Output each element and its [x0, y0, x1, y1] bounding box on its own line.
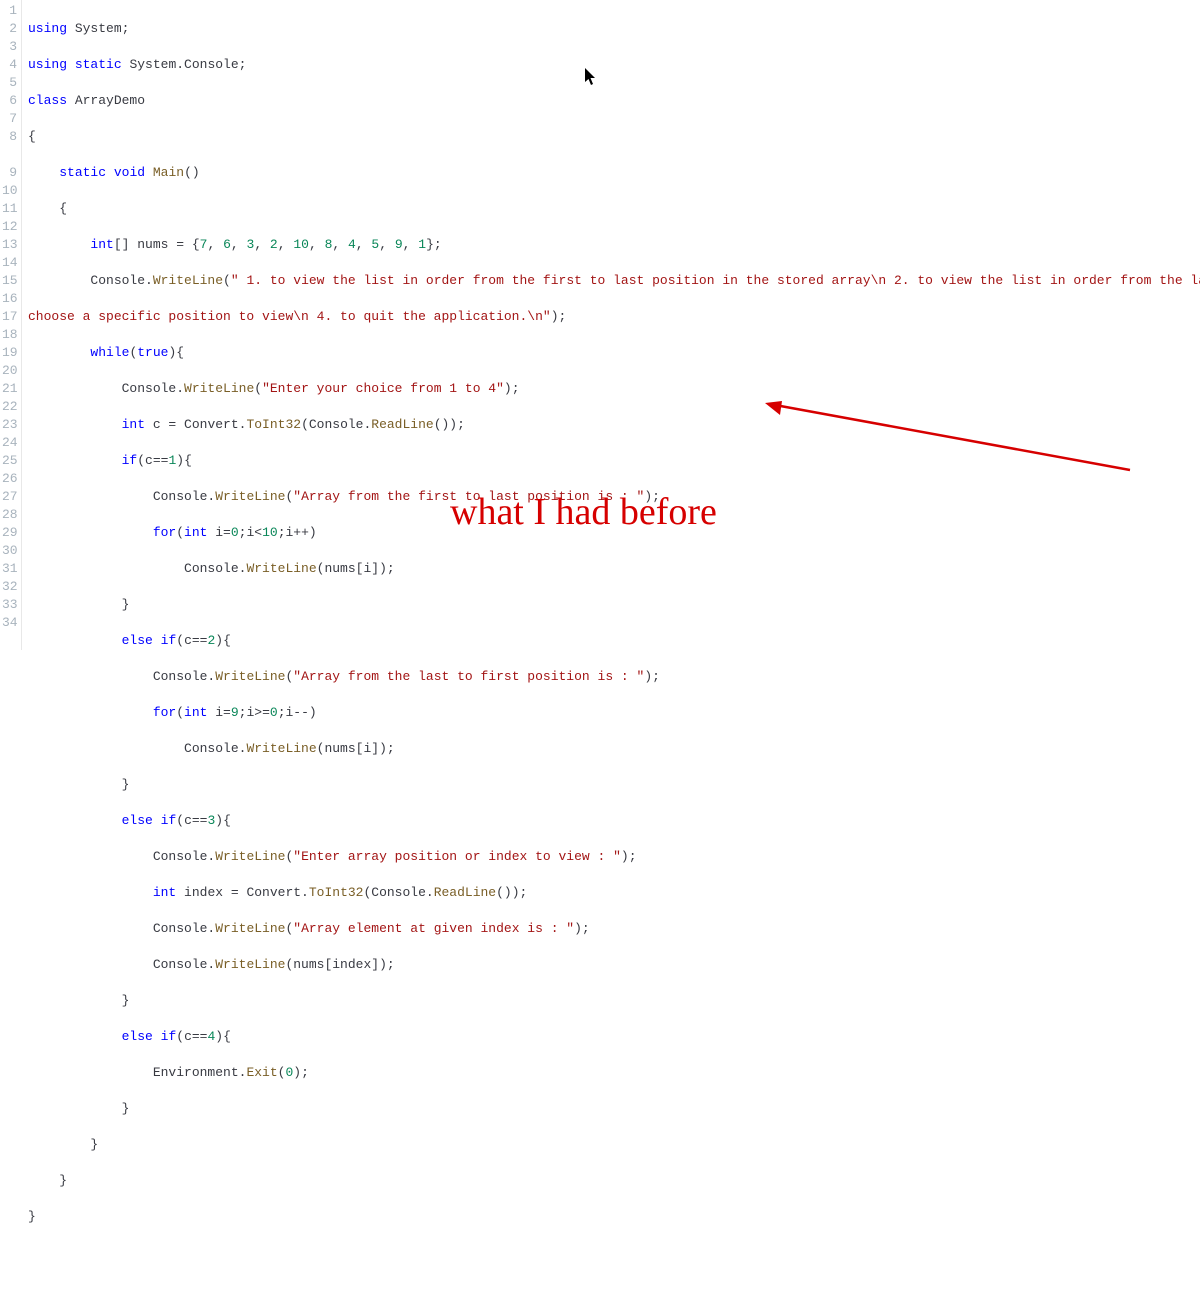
- code-line[interactable]: for(int i=0;i<10;i++): [28, 524, 1200, 542]
- line-number: 24: [2, 434, 17, 452]
- line-number: 11: [2, 200, 17, 218]
- line-number: 16: [2, 290, 17, 308]
- line-number: 15: [2, 272, 17, 290]
- line-number: 4: [2, 56, 17, 74]
- code-line[interactable]: Console.WriteLine("Enter array position …: [28, 848, 1200, 866]
- code-line[interactable]: }: [28, 596, 1200, 614]
- line-number: 8: [2, 128, 17, 146]
- code-line[interactable]: int c = Convert.ToInt32(Console.ReadLine…: [28, 416, 1200, 434]
- code-line[interactable]: using System;: [28, 20, 1200, 38]
- line-number: 23: [2, 416, 17, 434]
- code-line[interactable]: [28, 1244, 1200, 1262]
- code-line[interactable]: static void Main(): [28, 164, 1200, 182]
- code-line[interactable]: int[] nums = {7, 6, 3, 2, 10, 8, 4, 5, 9…: [28, 236, 1200, 254]
- code-line[interactable]: Console.WriteLine("Array from the first …: [28, 488, 1200, 506]
- line-number: 21: [2, 380, 17, 398]
- line-number: 3: [2, 38, 17, 56]
- code-line[interactable]: {: [28, 200, 1200, 218]
- code-line[interactable]: using static System.Console;: [28, 56, 1200, 74]
- line-number: 33: [2, 596, 17, 614]
- code-line[interactable]: for(int i=9;i>=0;i--): [28, 704, 1200, 722]
- line-number: 1: [2, 2, 17, 20]
- code-line[interactable]: class ArrayDemo: [28, 92, 1200, 110]
- code-line[interactable]: }: [28, 1136, 1200, 1154]
- line-number: 14: [2, 254, 17, 272]
- line-number: 29: [2, 524, 17, 542]
- code-editor[interactable]: 1 2 3 4 5 6 7 8 9 10 11 12 13 14 15 16 1…: [0, 0, 1200, 650]
- line-number: 30: [2, 542, 17, 560]
- line-number: 26: [2, 470, 17, 488]
- line-number: 18: [2, 326, 17, 344]
- line-number: 2: [2, 20, 17, 38]
- line-number: 12: [2, 218, 17, 236]
- code-line[interactable]: }: [28, 1100, 1200, 1118]
- line-number: 25: [2, 452, 17, 470]
- line-number: [2, 146, 17, 164]
- code-line[interactable]: Environment.Exit(0);: [28, 1064, 1200, 1082]
- line-number-gutter: 1 2 3 4 5 6 7 8 9 10 11 12 13 14 15 16 1…: [0, 0, 22, 650]
- code-area[interactable]: using System; using static System.Consol…: [22, 0, 1200, 650]
- code-line[interactable]: Console.WriteLine(nums[i]);: [28, 560, 1200, 578]
- code-line[interactable]: if(c==1){: [28, 452, 1200, 470]
- line-number: 31: [2, 560, 17, 578]
- code-line[interactable]: }: [28, 992, 1200, 1010]
- line-number: 6: [2, 92, 17, 110]
- line-number: 19: [2, 344, 17, 362]
- code-line[interactable]: else if(c==2){: [28, 632, 1200, 650]
- line-number: 28: [2, 506, 17, 524]
- line-number: 27: [2, 488, 17, 506]
- code-line[interactable]: }: [28, 1208, 1200, 1226]
- code-line[interactable]: while(true){: [28, 344, 1200, 362]
- line-number: 13: [2, 236, 17, 254]
- line-number: 7: [2, 110, 17, 128]
- code-line[interactable]: }: [28, 776, 1200, 794]
- line-number: 17: [2, 308, 17, 326]
- code-line[interactable]: Console.WriteLine("Enter your choice fro…: [28, 380, 1200, 398]
- code-line[interactable]: int index = Convert.ToInt32(Console.Read…: [28, 884, 1200, 902]
- code-line[interactable]: Console.WriteLine("Array from the last t…: [28, 668, 1200, 686]
- line-number: 10: [2, 182, 17, 200]
- code-line[interactable]: else if(c==4){: [28, 1028, 1200, 1046]
- code-line[interactable]: else if(c==3){: [28, 812, 1200, 830]
- code-line[interactable]: Console.WriteLine(nums[index]);: [28, 956, 1200, 974]
- line-number: 34: [2, 614, 17, 632]
- code-line[interactable]: }: [28, 1172, 1200, 1190]
- line-number: 9: [2, 164, 17, 182]
- line-number: 20: [2, 362, 17, 380]
- code-line[interactable]: {: [28, 128, 1200, 146]
- line-number: 5: [2, 74, 17, 92]
- code-line[interactable]: Console.WriteLine(nums[i]);: [28, 740, 1200, 758]
- code-line[interactable]: Console.WriteLine(" 1. to view the list …: [28, 272, 1200, 290]
- line-number: 22: [2, 398, 17, 416]
- code-line[interactable]: Console.WriteLine("Array element at give…: [28, 920, 1200, 938]
- line-number: 32: [2, 578, 17, 596]
- code-line[interactable]: choose a specific position to view\n 4. …: [28, 308, 1200, 326]
